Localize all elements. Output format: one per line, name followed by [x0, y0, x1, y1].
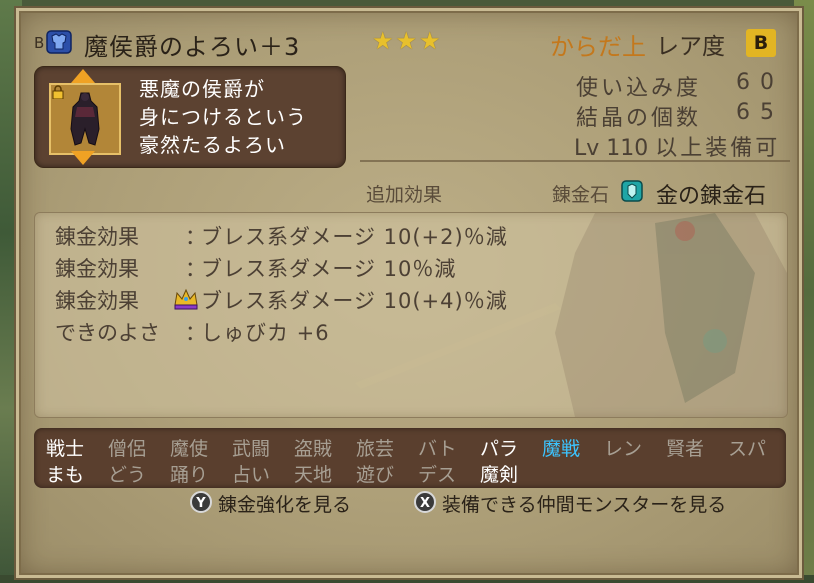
job-ranger: レン	[604, 438, 643, 460]
wear-label: 使い込み度	[576, 76, 702, 101]
title-prefix: B	[34, 34, 45, 52]
rarity-label: レア度	[656, 34, 725, 60]
description-line-3: 豪然たるよろい	[139, 133, 286, 157]
description-line-1: 悪魔の侯爵が	[139, 77, 265, 101]
job-minstrel: 旅芸	[356, 438, 395, 460]
rarity-stars: ★★★	[372, 27, 443, 55]
job-druid: 天地	[294, 464, 333, 486]
job-tool-master: どう	[108, 464, 147, 486]
job-martial: 武闘	[232, 438, 271, 460]
x-button-icon[interactable]: X	[414, 491, 436, 513]
job-dancer: 踊り	[170, 464, 209, 486]
job-death-master: デス	[418, 464, 457, 486]
alchemy-stone-name: 金の錬金石	[656, 184, 767, 209]
crystal-value: 65	[736, 100, 784, 125]
job-priest: 僧侶	[108, 438, 147, 460]
item-name: 魔侯爵のよろい＋3	[84, 33, 301, 61]
y-button-icon[interactable]: Y	[190, 491, 212, 513]
wear-value: 60	[736, 70, 784, 95]
level-suffix: 以上装備可	[655, 136, 781, 161]
effect-value: しゅびカ +6	[201, 321, 330, 345]
lock-icon	[52, 85, 64, 99]
rarity-badge: B	[746, 29, 776, 57]
gold-alchemy-stone-icon	[621, 180, 643, 202]
view-alchemy-enhance-button[interactable]: 錬金強化を見る	[218, 490, 351, 517]
effect-value: ブレス系ダメージ 10(+2)％減	[201, 225, 508, 249]
job-monster-master: まも	[46, 464, 85, 486]
arrow-down-icon[interactable]	[71, 151, 95, 165]
job-battlemaster: バト	[418, 438, 457, 460]
armor-category-icon	[46, 30, 72, 54]
job-thief: 盗賊	[294, 438, 333, 460]
level-value: 110	[606, 136, 649, 161]
job-gadabout: 遊び	[356, 464, 395, 486]
effect-value: ブレス系ダメージ 10(+4)％減	[201, 289, 508, 313]
level-requirement: Lv 110 以上装備可	[574, 130, 780, 162]
level-prefix: Lv	[574, 136, 600, 161]
alchemy-effects-panel: 錬金効果 ： ブレス系ダメージ 10(+2)％減 錬金効果 ： ブレス系ダメージ…	[34, 212, 788, 418]
effect-label: できのよさ	[55, 321, 160, 345]
arrow-up-icon[interactable]	[71, 69, 95, 83]
effect-label: 錬金効果	[55, 225, 139, 249]
stats-divider	[360, 160, 790, 162]
job-magic-swordsman: 魔剣	[480, 464, 519, 486]
job-fortune-teller: 占い	[232, 464, 271, 486]
job-armamentalist: 魔戦	[542, 438, 581, 460]
crown-icon	[174, 288, 198, 310]
extra-effects-label: 追加効果	[366, 184, 443, 206]
job-warrior: 戦士	[46, 438, 85, 460]
item-description-box: 悪魔の侯爵が 身につけるという 豪然たるよろい	[34, 66, 346, 168]
crystal-label: 結晶の個数	[576, 106, 702, 131]
job-mage: 魔使	[170, 438, 209, 460]
item-title-bar: B 魔侯爵のよろい＋3 ★★★ からだ上 レア度 B	[34, 27, 794, 61]
effect-label: 錬金効果	[55, 257, 139, 281]
view-equippable-monsters-button[interactable]: 装備できる仲間モンスターを見る	[442, 490, 726, 517]
equippable-jobs-panel: 戦士 僧侶 魔使 武闘 盗賊 旅芸 バト パラ 魔戦 レン 賢者 スパ まも ど…	[34, 428, 786, 488]
equip-slot: からだ上	[550, 33, 646, 61]
footer-controls: Y 錬金強化を見る X 装備できる仲間モンスターを見る	[0, 488, 814, 518]
effect-value: ブレス系ダメージ 10％減	[201, 257, 457, 281]
description-line-2: 身につけるという	[139, 105, 307, 129]
job-paladin: パラ	[480, 438, 519, 460]
job-sage: 賢者	[666, 438, 705, 460]
alchemy-stone-label: 錬金石	[552, 184, 610, 206]
job-superstar: スパ	[728, 438, 767, 460]
effect-label: 錬金効果	[55, 289, 139, 313]
